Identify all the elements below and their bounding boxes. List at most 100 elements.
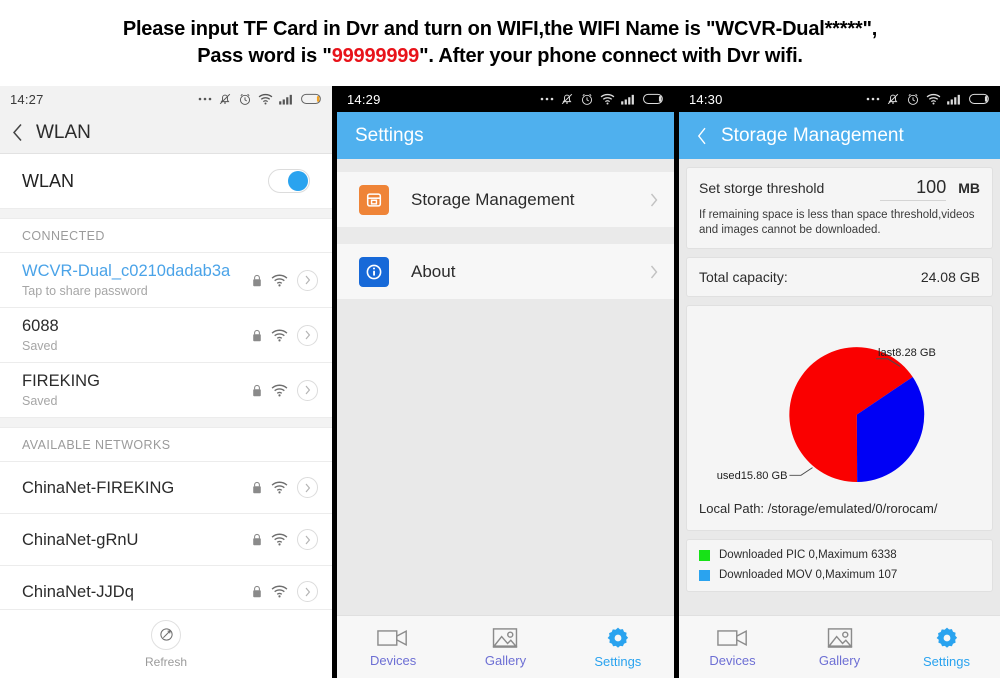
pie-leader-used bbox=[789, 467, 813, 476]
alarm-clock-icon bbox=[907, 93, 919, 105]
threshold-value-group: 100 MB bbox=[880, 177, 980, 201]
lock-icon bbox=[253, 585, 261, 598]
status-bar: 14:30 bbox=[679, 86, 1000, 112]
screenshot-root: Please input TF Card in Dvr and turn on … bbox=[0, 0, 1000, 678]
chevron-right-icon bbox=[305, 587, 310, 596]
tab-label: Gallery bbox=[818, 652, 861, 668]
wifi-icon bbox=[926, 93, 941, 105]
lock-icon bbox=[253, 329, 261, 341]
available-section-header: AVAILABLE NETWORKS bbox=[0, 428, 332, 462]
chevron-right-icon bbox=[305, 385, 310, 395]
wifi-icon bbox=[258, 93, 273, 105]
wifi-ssid: FIREKING bbox=[22, 372, 100, 390]
instruction-banner: Please input TF Card in Dvr and turn on … bbox=[0, 0, 1000, 86]
capacity-row: Total capacity: 24.08 GB bbox=[687, 258, 992, 296]
chevron-right-icon bbox=[305, 275, 310, 285]
threshold-input[interactable]: 100 bbox=[880, 177, 947, 201]
status-bar-icons bbox=[540, 92, 665, 106]
phone-screenshots-row: 14:27 WLAN WLAN CONNECTED WCVR-Dual_c021… bbox=[0, 86, 1000, 678]
instruction-line-2-suffix: ". After your phone connect with Dvr wif… bbox=[419, 45, 803, 67]
mute-bell-icon bbox=[561, 93, 573, 105]
signal-bars-icon bbox=[279, 94, 292, 105]
wifi-row-text: 6088 Saved bbox=[22, 316, 59, 354]
bottom-tab-bar: Devices Gallery Settings bbox=[679, 615, 1000, 678]
wifi-password-text: 99999999 bbox=[331, 45, 420, 67]
app-bar-settings: Settings bbox=[337, 112, 674, 159]
chevron-left-icon[interactable] bbox=[12, 123, 23, 142]
phone-screen-settings: 14:29 Settings Storage Management About … bbox=[337, 86, 674, 678]
status-bar-icons bbox=[866, 92, 991, 106]
toggle-knob bbox=[288, 171, 308, 191]
signal-bars-icon bbox=[947, 94, 960, 105]
capacity-card: Total capacity: 24.08 GB bbox=[686, 257, 993, 297]
wifi-status: Saved bbox=[22, 339, 58, 353]
wifi-status: Tap to share password bbox=[22, 284, 148, 298]
status-bar: 14:27 bbox=[0, 86, 332, 112]
wifi-detail-button[interactable] bbox=[297, 529, 318, 550]
tab-gallery[interactable]: Gallery bbox=[786, 627, 893, 668]
lock-icon bbox=[253, 384, 261, 396]
wlan-toggle-label: WLAN bbox=[22, 170, 75, 191]
phone-screen-storage-management: 14:30 Storage Management Set storge thre… bbox=[679, 86, 1000, 678]
wifi-row-icons bbox=[252, 269, 318, 291]
signal-bars-icon bbox=[621, 94, 634, 105]
wifi-row-text: WCVR-Dual_c0210dadab3a Tap to share pass… bbox=[22, 261, 230, 299]
phone-screen-wlan: 14:27 WLAN WLAN CONNECTED WCVR-Dual_c021… bbox=[0, 86, 332, 678]
wifi-signal-icon bbox=[271, 274, 288, 286]
info-glyph-icon bbox=[366, 264, 382, 279]
wifi-detail-button[interactable] bbox=[297, 581, 318, 602]
app-bar-title: Settings bbox=[355, 124, 424, 146]
wifi-row-available-2[interactable]: ChinaNet-gRnU bbox=[0, 514, 332, 566]
wifi-ssid: ChinaNet-gRnU bbox=[22, 530, 139, 549]
wifi-signal-icon bbox=[271, 481, 288, 494]
section-spacer bbox=[0, 418, 332, 428]
wifi-row-text: ChinaNet-gRnU bbox=[22, 530, 138, 550]
info-icon bbox=[359, 256, 389, 287]
battery-icon bbox=[301, 93, 321, 104]
refresh-bar[interactable]: Refresh bbox=[0, 609, 332, 678]
wlan-toggle-row[interactable]: WLAN bbox=[0, 154, 332, 209]
wlan-toggle-switch[interactable] bbox=[268, 169, 310, 193]
tab-settings[interactable]: Settings bbox=[893, 626, 1000, 669]
settings-item-about[interactable]: About bbox=[337, 244, 674, 299]
settings-list: Storage Management About bbox=[337, 159, 674, 616]
capacity-label: Total capacity: bbox=[699, 269, 788, 285]
tab-devices[interactable]: Devices bbox=[337, 627, 449, 668]
wifi-detail-button[interactable] bbox=[297, 324, 318, 346]
tab-settings[interactable]: Settings bbox=[562, 626, 674, 669]
settings-item-storage-management[interactable]: Storage Management bbox=[337, 172, 674, 227]
mute-bell-icon bbox=[219, 93, 231, 105]
lock-icon bbox=[253, 533, 261, 546]
chevron-right-icon bbox=[305, 535, 310, 544]
refresh-icon[interactable] bbox=[151, 619, 181, 650]
tab-gallery[interactable]: Gallery bbox=[449, 627, 561, 668]
settings-item-label: Storage Management bbox=[411, 189, 575, 209]
tab-devices[interactable]: Devices bbox=[679, 627, 786, 668]
battery-icon bbox=[643, 93, 663, 104]
wifi-detail-button[interactable] bbox=[297, 269, 318, 291]
refresh-label: Refresh bbox=[144, 654, 188, 669]
wifi-row-saved-1[interactable]: 6088 Saved bbox=[0, 308, 332, 363]
storage-chart-card: last8.28 GB used15.80 GB Local Path: /st… bbox=[686, 305, 993, 531]
status-bar-icons bbox=[198, 92, 323, 106]
wifi-row-connected[interactable]: WCVR-Dual_c0210dadab3a Tap to share pass… bbox=[0, 253, 332, 308]
wifi-signal-icon bbox=[271, 585, 288, 598]
tab-label: Devices bbox=[709, 652, 756, 668]
chevron-left-icon[interactable] bbox=[697, 127, 707, 145]
videocamera-icon bbox=[716, 629, 747, 646]
wifi-detail-button[interactable] bbox=[297, 379, 318, 401]
pie-chart-svg: last8.28 GB used15.80 GB bbox=[717, 347, 936, 482]
storage-glyph-icon bbox=[366, 192, 382, 207]
wifi-row-saved-2[interactable]: FIREKING Saved bbox=[0, 363, 332, 418]
connected-section-header: CONNECTED bbox=[0, 219, 332, 253]
lock-icon bbox=[253, 481, 261, 494]
wifi-row-available-1[interactable]: ChinaNet-FIREKING bbox=[0, 462, 332, 514]
gear-icon bbox=[607, 627, 628, 648]
threshold-note: If remaining space is less than space th… bbox=[699, 209, 975, 236]
wifi-detail-button[interactable] bbox=[297, 477, 318, 498]
status-bar-time: 14:27 bbox=[10, 91, 44, 107]
tab-label: Settings bbox=[594, 653, 642, 669]
chevron-right-icon bbox=[650, 193, 658, 206]
lock-icon bbox=[253, 274, 261, 286]
storage-body: Set storge threshold 100 MB If remaining… bbox=[679, 159, 1000, 616]
